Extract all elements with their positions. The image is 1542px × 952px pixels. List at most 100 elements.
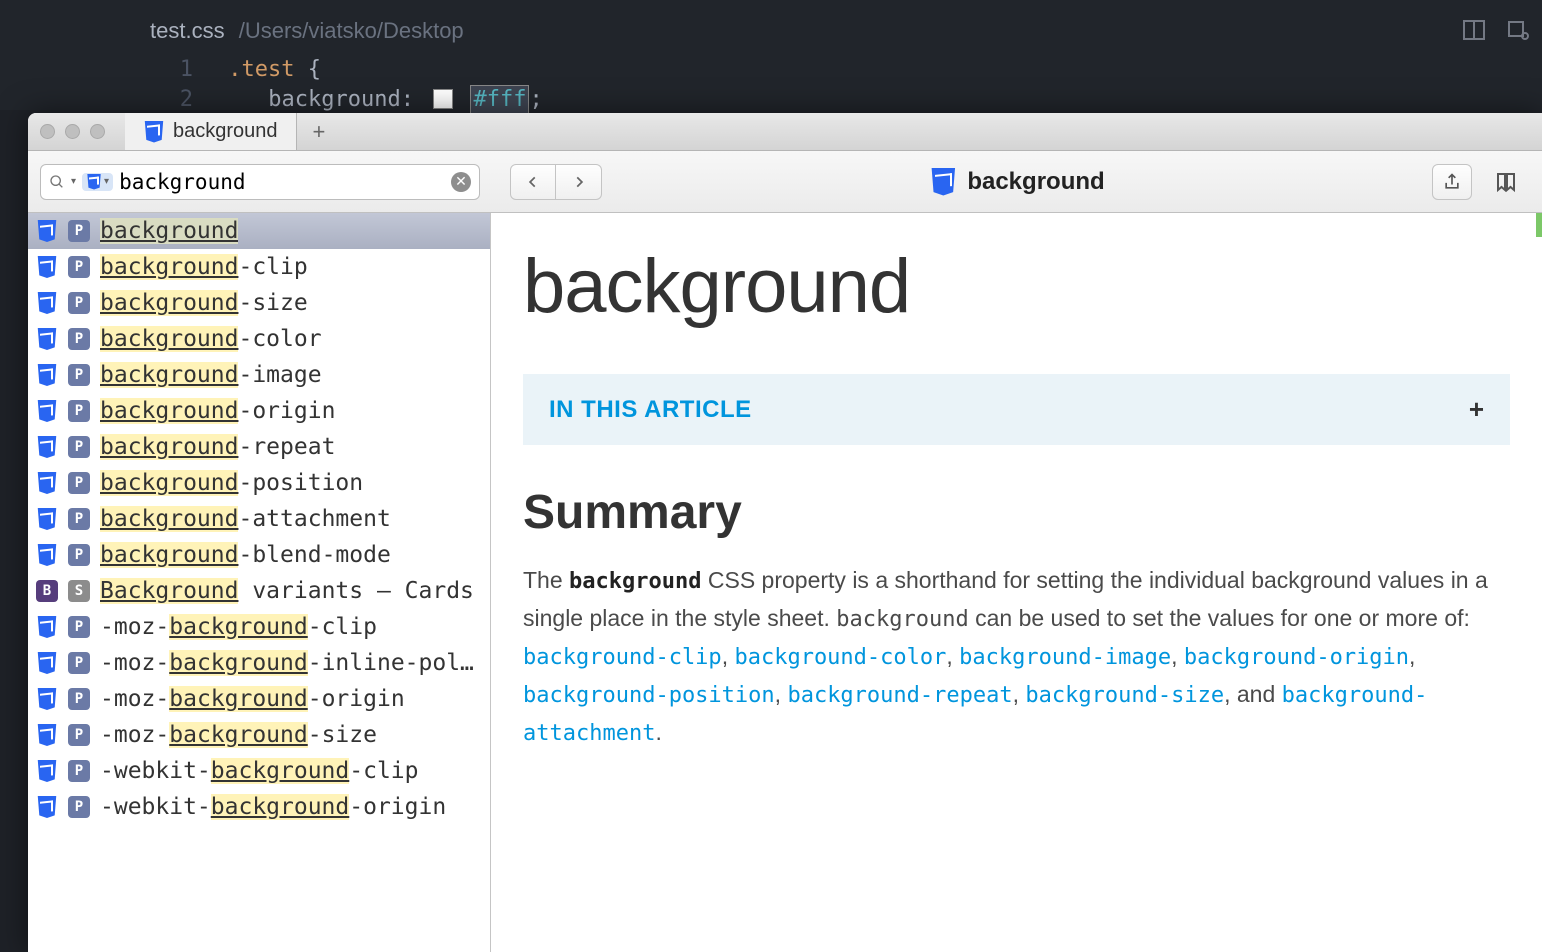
css-property: background: <box>268 87 414 112</box>
filter-css-pill[interactable]: ▾ <box>82 173 113 191</box>
result-text: -moz-background-inline-pol… <box>100 650 474 676</box>
css-icon <box>36 292 58 314</box>
css-icon <box>36 616 58 638</box>
article-title: background <box>523 243 1510 330</box>
new-tab-button[interactable]: + <box>297 119 342 145</box>
results-sidebar[interactable]: PbackgroundPbackground-clipPbackground-s… <box>28 213 491 952</box>
p-badge-icon: P <box>68 724 90 746</box>
search-result-row[interactable]: Pbackground-attachment <box>28 501 490 537</box>
css-selector: .test <box>228 57 294 82</box>
search-result-row[interactable]: P -moz-background-origin <box>28 681 490 717</box>
css-icon <box>36 364 58 386</box>
doc-link[interactable]: background-position <box>523 683 775 708</box>
result-text: background-origin <box>100 398 335 424</box>
css-icon <box>36 328 58 350</box>
semicolon: ; <box>529 87 542 112</box>
result-text: -webkit-background-clip <box>100 758 419 784</box>
clear-search-icon[interactable]: ✕ <box>451 172 471 192</box>
p-badge-icon: P <box>68 472 90 494</box>
css-icon <box>36 796 58 818</box>
css-icon <box>36 544 58 566</box>
search-result-row[interactable]: Pbackground-clip <box>28 249 490 285</box>
css-icon <box>929 168 957 196</box>
toolbar: ▾ ▾ ✕ background <box>28 151 1542 213</box>
result-text: background-repeat <box>100 434 335 460</box>
editor-code[interactable]: 1 .test { 2 background: #fff; <box>165 55 543 115</box>
result-text: -webkit-background-origin <box>100 794 446 820</box>
b-badge-icon: B <box>36 580 58 602</box>
split-editor-icon[interactable] <box>1462 18 1486 42</box>
search-result-row[interactable]: P-webkit-background-clip <box>28 753 490 789</box>
traffic-lights <box>40 124 105 139</box>
scroll-indicator <box>1536 213 1542 237</box>
css-value-selected[interactable]: #fff <box>470 85 529 114</box>
css-icon <box>143 121 165 143</box>
preview-icon[interactable] <box>1506 18 1530 42</box>
window-tab[interactable]: background <box>125 113 297 150</box>
expand-icon[interactable]: + <box>1469 394 1484 425</box>
search-input[interactable] <box>119 170 445 194</box>
back-button[interactable] <box>510 164 556 200</box>
css-icon <box>36 220 58 242</box>
titlebar[interactable]: background + <box>28 113 1542 151</box>
result-text: -moz-background-origin <box>100 686 405 712</box>
doc-link[interactable]: background-repeat <box>787 683 1012 708</box>
doc-link[interactable]: background-image <box>959 645 1171 670</box>
css-icon <box>36 508 58 530</box>
chevron-down-icon[interactable]: ▾ <box>71 176 76 187</box>
search-result-row[interactable]: P-moz-background-inline-pol… <box>28 645 490 681</box>
search-icon <box>49 174 65 190</box>
css-icon <box>36 760 58 782</box>
search-result-row[interactable]: Pbackground-image <box>28 357 490 393</box>
maximize-window-icon[interactable] <box>90 124 105 139</box>
p-badge-icon: P <box>68 292 90 314</box>
editor-tab[interactable]: test.css /Users/viatsko/Desktop <box>150 18 464 44</box>
search-result-row[interactable]: Pbackground-repeat <box>28 429 490 465</box>
result-text: background <box>100 218 238 244</box>
search-result-row[interactable]: P-moz-background-clip <box>28 609 490 645</box>
search-result-row[interactable]: P-moz-background-size <box>28 717 490 753</box>
doc-link[interactable]: background-clip <box>523 645 722 670</box>
search-result-row[interactable]: Pbackground-color <box>28 321 490 357</box>
share-button[interactable] <box>1432 164 1472 200</box>
p-badge-icon: P <box>68 508 90 530</box>
editor-filepath: /Users/viatsko/Desktop <box>239 18 464 43</box>
editor-area: test.css /Users/viatsko/Desktop 1 .test … <box>0 0 1542 110</box>
in-this-article-label: IN THIS ARTICLE <box>549 396 752 424</box>
p-badge-icon: P <box>68 544 90 566</box>
result-text: background-color <box>100 326 322 352</box>
bookmarks-button[interactable] <box>1486 164 1526 200</box>
article-pane[interactable]: background IN THIS ARTICLE + Summary The… <box>491 213 1542 952</box>
search-result-row[interactable]: BS Background variants — Cards <box>28 573 490 609</box>
summary-heading: Summary <box>523 485 1510 540</box>
close-window-icon[interactable] <box>40 124 55 139</box>
minimize-window-icon[interactable] <box>65 124 80 139</box>
editor-filename: test.css <box>150 18 225 43</box>
search-result-row[interactable]: Pbackground-blend-mode <box>28 537 490 573</box>
window-tab-title: background <box>173 120 278 143</box>
doc-link[interactable]: background-color <box>734 645 946 670</box>
result-text: -moz-background-clip <box>100 614 377 640</box>
search-box[interactable]: ▾ ▾ ✕ <box>40 164 480 200</box>
color-swatch[interactable] <box>433 89 453 109</box>
s-badge-icon: S <box>68 580 90 602</box>
summary-paragraph: The background CSS property is a shortha… <box>523 562 1510 752</box>
search-result-row[interactable]: Pbackground-size <box>28 285 490 321</box>
search-result-row[interactable]: Pbackground-origin <box>28 393 490 429</box>
line-number: 2 <box>165 85 193 115</box>
search-result-row[interactable]: Pbackground <box>28 213 490 249</box>
css-icon <box>86 174 102 190</box>
search-result-row[interactable]: Pbackground-position <box>28 465 490 501</box>
p-badge-icon: P <box>68 688 90 710</box>
search-result-row[interactable]: P-webkit-background-origin <box>28 789 490 825</box>
in-this-article[interactable]: IN THIS ARTICLE + <box>523 374 1510 445</box>
p-badge-icon: P <box>68 328 90 350</box>
result-text: background-blend-mode <box>100 542 391 568</box>
p-badge-icon: P <box>68 436 90 458</box>
p-badge-icon: P <box>68 400 90 422</box>
doc-link[interactable]: background-origin <box>1184 645 1409 670</box>
result-text: Background variants — Cards <box>100 578 474 604</box>
doc-link[interactable]: background-size <box>1025 683 1224 708</box>
forward-button[interactable] <box>556 164 602 200</box>
css-icon <box>36 436 58 458</box>
